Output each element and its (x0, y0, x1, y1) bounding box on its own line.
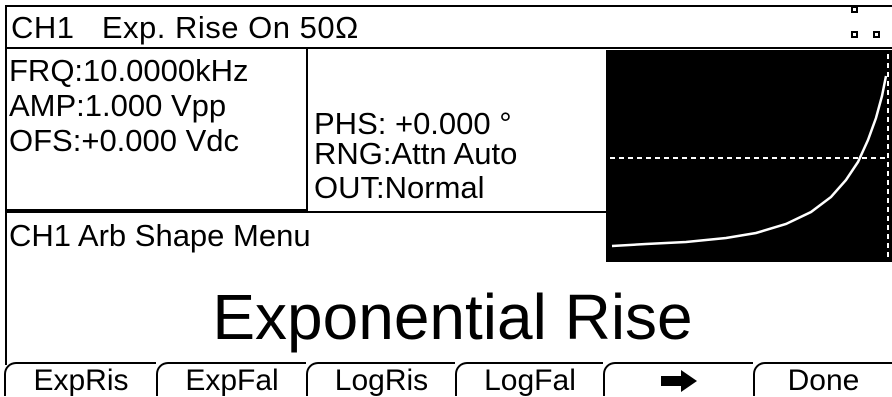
selected-shape-name: Exponential Rise (212, 281, 693, 353)
amplitude-readout[interactable]: AMP:1.000 Vpp (9, 89, 226, 123)
frequency-readout[interactable]: FRQ:10.0000kHz (9, 54, 249, 88)
menu-title: CH1 Arb Shape Menu (9, 218, 311, 253)
menu-title-row: CH1 Arb Shape Menu (5, 211, 606, 259)
softkey-next-page-button[interactable] (603, 362, 753, 396)
softkey-done-button[interactable]: Done (753, 362, 892, 397)
softkey-label: Done (787, 364, 860, 397)
range-readout[interactable]: RNG:Attn Auto (314, 137, 517, 171)
secondary-parameters: PHS: +0.000 ° RNG:Attn Auto OUT:Normal (306, 49, 606, 211)
selection-area: Exponential Rise (5, 259, 892, 365)
generator-display: CH1 Exp. Rise On 50Ω FRQ:10.0000kHz AMP:… (0, 0, 892, 397)
softkey-label: ExpRis (33, 364, 129, 397)
channel-header: CH1 Exp. Rise On 50Ω (5, 5, 892, 49)
output-readout[interactable]: OUT:Normal (314, 171, 485, 205)
quad-square-indicator-icon (846, 6, 890, 46)
offset-readout[interactable]: OFS:+0.000 Vdc (9, 124, 239, 158)
primary-parameters: FRQ:10.0000kHz AMP:1.000 Vpp OFS:+0.000 … (5, 49, 307, 211)
softkey-logfal-button[interactable]: LogFal (455, 362, 603, 397)
header-title: CH1 Exp. Rise On 50Ω (11, 10, 359, 45)
softkey-label: LogFal (484, 364, 576, 397)
softkey-bar: ExpRis ExpFal LogRis LogFal Done (0, 362, 892, 397)
waveform-preview (606, 50, 892, 262)
softkey-expfal-button[interactable]: ExpFal (156, 362, 306, 397)
softkey-label: LogRis (334, 364, 429, 397)
softkey-expris-button[interactable]: ExpRis (4, 362, 156, 397)
exponential-rise-trace (611, 75, 888, 248)
right-arrow-icon (661, 370, 697, 392)
softkey-logris-button[interactable]: LogRis (306, 362, 455, 397)
softkey-label: ExpFal (185, 364, 279, 397)
